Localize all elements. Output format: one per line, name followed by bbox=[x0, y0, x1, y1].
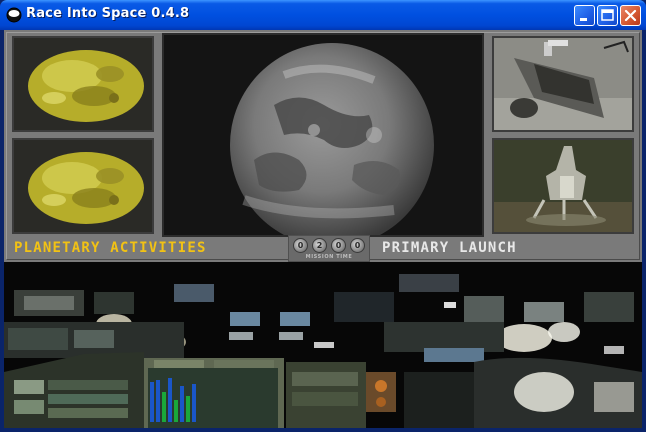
maximize-icon bbox=[601, 9, 614, 21]
primary-launch-thumbnail-1[interactable] bbox=[492, 36, 634, 132]
mission-time-dial: 0 bbox=[293, 238, 308, 253]
spacecraft-image bbox=[494, 38, 632, 130]
mission-time-dial: 0 bbox=[331, 238, 346, 253]
planetary-thumbnail-1[interactable] bbox=[12, 36, 154, 132]
game-screen[interactable]: PLANETARY ACTIVITIES 0 2 0 0 MISSION TIM… bbox=[4, 30, 642, 428]
lander-image bbox=[494, 140, 632, 232]
close-button[interactable] bbox=[620, 5, 641, 26]
minimize-button[interactable] bbox=[574, 5, 595, 26]
moon-image bbox=[14, 38, 152, 130]
main-viewer-screen bbox=[162, 33, 484, 237]
moon-image bbox=[14, 140, 152, 232]
globe-icon bbox=[6, 7, 22, 23]
mission-time-label: MISSION TIME bbox=[305, 254, 353, 260]
planetary-thumbnail-2[interactable] bbox=[12, 138, 154, 234]
mission-time-dial: 2 bbox=[312, 238, 327, 253]
maximize-button[interactable] bbox=[597, 5, 618, 26]
app-window: Race Into Space 0.4.8 PLANETARY ACTIVITI… bbox=[0, 0, 646, 432]
mission-control-room bbox=[4, 262, 642, 428]
earth-image bbox=[164, 35, 482, 235]
primary-launch-label[interactable]: PRIMARY LAUNCH bbox=[382, 240, 517, 256]
control-room-image bbox=[4, 262, 642, 428]
mission-time-dials: 0 2 0 0 MISSION TIME bbox=[288, 235, 370, 262]
planetary-activities-label[interactable]: PLANETARY ACTIVITIES bbox=[14, 240, 207, 256]
title-bar[interactable]: Race Into Space 0.4.8 bbox=[0, 0, 646, 30]
close-icon bbox=[624, 9, 637, 22]
mission-display-panel: PLANETARY ACTIVITIES 0 2 0 0 MISSION TIM… bbox=[4, 30, 642, 262]
minimize-icon bbox=[580, 18, 587, 21]
primary-launch-thumbnail-2[interactable] bbox=[492, 138, 634, 234]
mission-time-dial: 0 bbox=[350, 238, 365, 253]
window-title: Race Into Space 0.4.8 bbox=[26, 6, 190, 21]
